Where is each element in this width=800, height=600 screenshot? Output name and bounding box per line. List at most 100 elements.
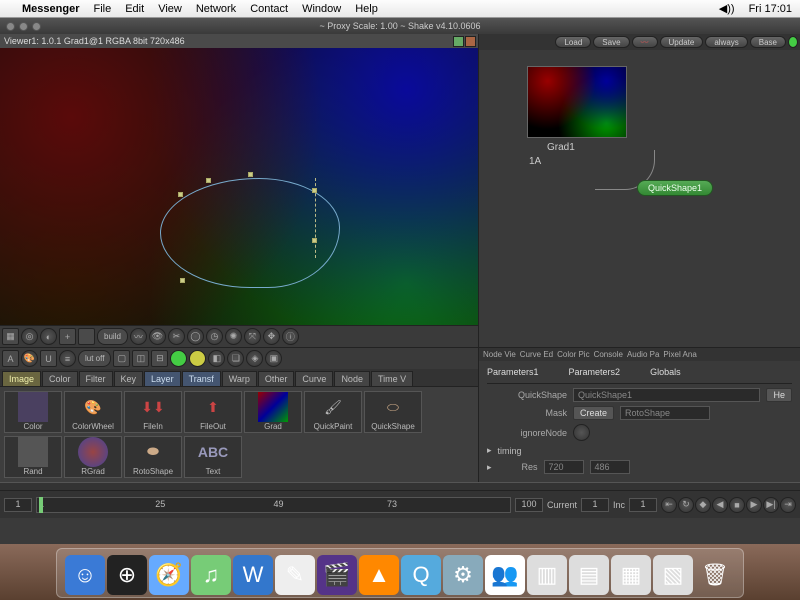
- prev-icon[interactable]: ◀: [712, 497, 728, 513]
- menu-help[interactable]: Help: [355, 3, 378, 15]
- play-icon[interactable]: ▶: [746, 497, 762, 513]
- warp-icon[interactable]: 〰: [130, 328, 147, 345]
- disk-icon[interactable]: ◈: [246, 350, 263, 367]
- palette-icon[interactable]: 🎨: [21, 350, 38, 367]
- word-icon[interactable]: W: [233, 555, 273, 595]
- yellow-dot-icon[interactable]: [189, 350, 206, 367]
- mask-type-field[interactable]: RotoShape: [620, 406, 710, 420]
- playhead[interactable]: [39, 497, 43, 513]
- control-point[interactable]: [312, 188, 317, 193]
- tab-nodeview[interactable]: Node Vie: [483, 350, 516, 359]
- tab-globals[interactable]: Globals: [650, 367, 681, 377]
- tab-filter[interactable]: Filter: [79, 371, 113, 386]
- minimize-icon[interactable]: [19, 22, 28, 31]
- volume-icon[interactable]: ◀)): [719, 2, 735, 15]
- plus-icon[interactable]: +: [59, 328, 76, 345]
- messenger-icon[interactable]: 👥: [485, 555, 525, 595]
- expand-icon[interactable]: ▸: [487, 445, 492, 456]
- base-button[interactable]: Base: [750, 36, 786, 48]
- prefs-icon[interactable]: ⚙: [443, 555, 483, 595]
- tab-warp[interactable]: Warp: [222, 371, 257, 386]
- burst-icon[interactable]: ✺: [225, 328, 242, 345]
- pan-icon[interactable]: ✥: [263, 328, 280, 345]
- control-point[interactable]: [248, 172, 253, 177]
- stop-icon[interactable]: ■: [729, 497, 745, 513]
- tab-node[interactable]: Node: [334, 371, 370, 386]
- grad-node-label[interactable]: Grad1: [547, 142, 575, 153]
- viewer-close-icon[interactable]: [465, 36, 476, 47]
- dashboard-icon[interactable]: ⊕: [107, 555, 147, 595]
- menu-view[interactable]: View: [158, 3, 182, 15]
- u-icon[interactable]: U: [40, 350, 57, 367]
- viewer-canvas[interactable]: [0, 48, 478, 325]
- tab-curveed[interactable]: Curve Ed: [520, 350, 553, 359]
- divider[interactable]: [0, 482, 800, 490]
- clock[interactable]: Fri 17:01: [749, 3, 792, 15]
- circle-icon[interactable]: ◯: [187, 328, 204, 345]
- palette-quickshape[interactable]: ⬭QuickShape: [364, 391, 422, 433]
- bounds-icon[interactable]: ▢: [113, 350, 130, 367]
- viewer-collapse-icon[interactable]: [453, 36, 464, 47]
- load-button[interactable]: Load: [555, 36, 591, 48]
- doc3-icon[interactable]: ▦: [611, 555, 651, 595]
- imovie-icon[interactable]: 🎬: [317, 555, 357, 595]
- quickshape-node[interactable]: QuickShape1: [637, 180, 713, 196]
- palette-quickpaint[interactable]: 🖌QuickPaint: [304, 391, 362, 433]
- control-point[interactable]: [206, 178, 211, 183]
- blank-icon[interactable]: [78, 328, 95, 345]
- doc2-icon[interactable]: ▤: [569, 555, 609, 595]
- menu-contact[interactable]: Contact: [250, 3, 288, 15]
- target-icon[interactable]: ◎: [21, 328, 38, 345]
- menu-edit[interactable]: Edit: [125, 3, 144, 15]
- offset-icon[interactable]: ⤧: [244, 328, 261, 345]
- expand-icon[interactable]: ▸: [487, 462, 492, 473]
- update-button[interactable]: Update: [660, 36, 704, 48]
- contrast-icon[interactable]: ◐: [40, 328, 57, 345]
- grid-icon[interactable]: ▦: [2, 328, 19, 345]
- doc4-icon[interactable]: ▧: [653, 555, 693, 595]
- layer-icon[interactable]: ◧: [208, 350, 225, 367]
- quickshape-field[interactable]: QuickShape1: [573, 388, 760, 402]
- control-point[interactable]: [178, 192, 183, 197]
- alpha-a-icon[interactable]: A: [2, 350, 19, 367]
- menubar-app[interactable]: Messenger: [22, 3, 79, 15]
- tab-other[interactable]: Other: [258, 371, 295, 386]
- tab-audio[interactable]: Audio Pa: [627, 350, 659, 359]
- menu-network[interactable]: Network: [196, 3, 236, 15]
- doc1-icon[interactable]: ▥: [527, 555, 567, 595]
- loop-icon[interactable]: ↻: [678, 497, 694, 513]
- trash-icon[interactable]: 🗑: [695, 555, 735, 595]
- info-icon[interactable]: ⓘ: [282, 328, 299, 345]
- grad-node-thumb[interactable]: [527, 66, 627, 138]
- lut-off-button[interactable]: lut off: [78, 350, 111, 367]
- tab-time[interactable]: Time V: [371, 371, 413, 386]
- timeline-end-field[interactable]: 100: [515, 498, 543, 512]
- control-point[interactable]: [312, 238, 317, 243]
- palette-rgrad[interactable]: RGrad: [64, 436, 122, 478]
- help-button[interactable]: He: [766, 388, 792, 402]
- home-icon[interactable]: ⇤: [661, 497, 677, 513]
- bezier-shape[interactable]: [160, 178, 340, 288]
- res-height-field[interactable]: 486: [590, 460, 630, 474]
- key-icon[interactable]: ◆: [695, 497, 711, 513]
- tab-parameters1[interactable]: Parameters1: [487, 367, 539, 377]
- timeline-track[interactable]: 1 25 49 73: [36, 497, 511, 513]
- palette-text[interactable]: ABCText: [184, 436, 242, 478]
- clock-icon[interactable]: ◷: [206, 328, 223, 345]
- res-width-field[interactable]: 720: [544, 460, 584, 474]
- next-icon[interactable]: ▶|: [763, 497, 779, 513]
- ignorenode-toggle[interactable]: [573, 424, 590, 441]
- finder-icon[interactable]: ☺: [65, 555, 105, 595]
- palette-colorwheel[interactable]: 🎨ColorWheel: [64, 391, 122, 433]
- build-button[interactable]: build: [97, 328, 128, 345]
- tab-layer[interactable]: Layer: [144, 371, 181, 386]
- stack-icon[interactable]: ≡: [59, 350, 76, 367]
- tab-curve[interactable]: Curve: [295, 371, 333, 386]
- timeline-start-field[interactable]: 1: [4, 498, 32, 512]
- palette-rotoshape[interactable]: ⬬RotoShape: [124, 436, 182, 478]
- green-dot-icon[interactable]: [170, 350, 187, 367]
- palette-color[interactable]: Color: [4, 391, 62, 433]
- tab-transform[interactable]: Transf: [182, 371, 221, 386]
- tab-key[interactable]: Key: [114, 371, 144, 386]
- itunes-icon[interactable]: ♫: [191, 555, 231, 595]
